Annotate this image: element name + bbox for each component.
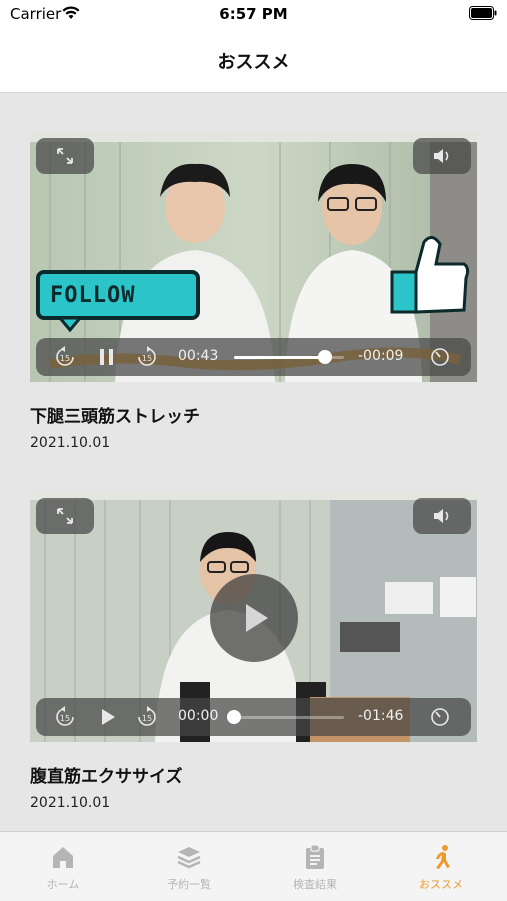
expand-icon [57,148,73,164]
playback-controls: 15 15 00:43 -00:09 [36,338,471,376]
svg-text:15: 15 [60,714,70,723]
fullscreen-button[interactable] [36,498,94,534]
runner-icon [436,845,450,869]
play-icon[interactable] [99,707,117,727]
navigation-bar: おススメ [0,28,507,93]
clipboard-icon [306,844,324,869]
layers-icon [177,847,201,869]
video-card: FOLLOW 15 15 00:43 -00:09 下腿三頭筋ストレッチ 202… [30,132,477,462]
skip-forward-15-icon[interactable]: 15 [136,706,158,728]
clock-time: 6:57 PM [219,5,288,23]
progress-knob[interactable] [318,350,333,364]
video-title: 下腿三頭筋ストレッチ [30,407,200,427]
skip-back-15-icon[interactable]: 15 [54,346,76,368]
speaker-icon [434,149,449,163]
tab-bar: ホーム 予約一覧 検査結果 おススメ [0,831,507,901]
playback-speed-icon[interactable] [429,706,451,728]
battery-icon [469,6,497,20]
video-overlay-text: FOLLOW [50,283,136,308]
skip-back-15-icon[interactable]: 15 [54,706,76,728]
tab-label: 予約一覧 [167,878,211,891]
playback-speed-icon[interactable] [429,346,451,368]
play-overlay-button[interactable] [210,574,298,662]
video-date: 2021.10.01 [30,795,111,811]
tab-reservations[interactable]: 予約一覧 [126,832,252,901]
progress-knob[interactable] [227,710,241,724]
page-title: おススメ [217,52,290,73]
svg-text:15: 15 [142,354,152,363]
svg-text:15: 15 [142,714,152,723]
progress-fill [234,356,326,359]
tab-label: おススメ [419,878,463,891]
video-player[interactable]: FOLLOW 15 15 00:43 -00:09 [30,132,477,382]
tab-home[interactable]: ホーム [0,832,126,901]
svg-text:15: 15 [60,354,70,363]
play-icon [246,604,268,632]
video-title: 腹直筋エクササイズ [30,767,183,787]
expand-icon [57,508,73,524]
remaining-time: -01:46 [358,708,404,724]
elapsed-time: 00:00 [178,708,219,724]
fullscreen-button[interactable] [36,138,94,174]
progress-slider[interactable] [234,350,344,364]
pause-icon[interactable] [98,347,116,367]
speaker-icon [434,509,449,523]
volume-button[interactable] [413,498,471,534]
home-icon [53,847,73,868]
tab-label: 検査結果 [293,878,337,891]
tab-recommended[interactable]: おススメ [378,832,504,901]
video-date: 2021.10.01 [30,435,111,451]
playback-controls: 15 15 00:00 -01:46 [36,698,471,736]
skip-forward-15-icon[interactable]: 15 [136,346,158,368]
video-card: 15 15 00:00 -01:46 腹直筋エクササイズ 2021.10.01 [30,492,477,822]
progress-slider[interactable] [227,710,344,724]
remaining-time: -00:09 [358,348,404,364]
tab-test-results[interactable]: 検査結果 [252,832,378,901]
tab-label: ホーム [46,878,80,891]
video-player[interactable]: 15 15 00:00 -01:46 [30,492,477,742]
elapsed-time: 00:43 [178,348,219,364]
status-bar: Carrier 6:57 PM [0,0,507,28]
volume-button[interactable] [413,138,471,174]
